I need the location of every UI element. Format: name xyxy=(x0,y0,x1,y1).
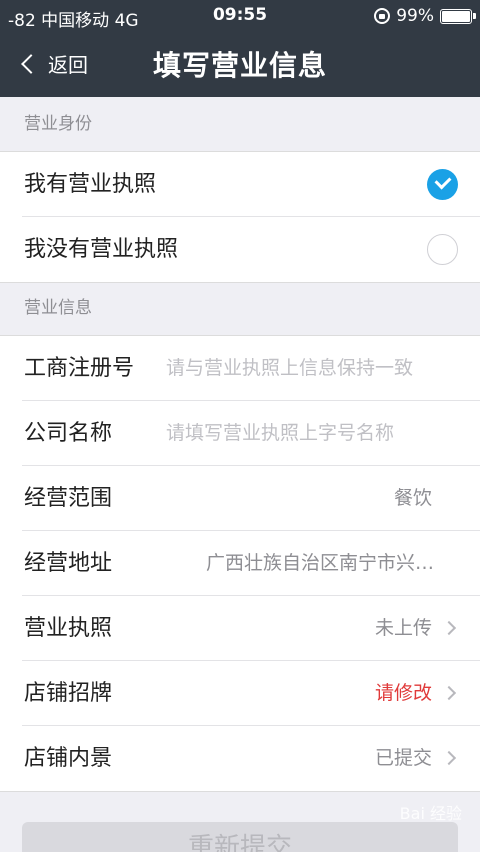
row-store-signboard[interactable]: 店铺招牌 请修改 xyxy=(22,661,480,726)
business-scope-value: 餐饮 xyxy=(393,487,432,509)
option-label: 我没有营业执照 xyxy=(24,237,179,262)
option-has-license[interactable]: 我有营业执照 xyxy=(22,152,480,217)
row-label: 经营地址 xyxy=(24,551,113,576)
option-label: 我有营业执照 xyxy=(24,172,157,197)
row-company-name[interactable]: 公司名称 请填写营业执照上字号名称 xyxy=(22,401,480,466)
section-header-business-info: 营业信息 xyxy=(24,298,92,318)
registration-number-input[interactable]: 请与营业执照上信息保持一致 xyxy=(166,336,466,401)
radio-unselected-icon[interactable] xyxy=(427,234,458,265)
row-label: 经营范围 xyxy=(24,486,113,511)
rotation-lock-icon xyxy=(374,8,391,24)
chevron-right-icon xyxy=(441,620,457,636)
row-label: 公司名称 xyxy=(24,421,113,446)
row-label: 店铺招牌 xyxy=(24,681,113,706)
row-store-interior[interactable]: 店铺内景 已提交 xyxy=(22,726,480,791)
battery-icon xyxy=(440,8,476,24)
option-no-license[interactable]: 我没有营业执照 xyxy=(22,217,480,282)
row-business-license[interactable]: 营业执照 未上传 xyxy=(22,596,480,661)
chevron-right-icon xyxy=(441,750,457,766)
license-status: 未上传 xyxy=(374,617,432,639)
battery-percent: 99% xyxy=(396,6,434,26)
top-bar: -82 中国移动 4G 09:55 99% 返回 填写营业信息 xyxy=(0,0,480,97)
row-label: 店铺内景 xyxy=(24,746,113,771)
status-right: 99% xyxy=(374,6,476,26)
interior-status: 已提交 xyxy=(374,747,432,769)
status-bar: -82 中国移动 4G 09:55 99% xyxy=(0,0,480,32)
business-address-value: 广西壮族自治区南宁市兴… xyxy=(205,552,434,574)
company-name-input[interactable]: 请填写营业执照上字号名称 xyxy=(166,401,466,466)
row-business-scope[interactable]: 经营范围 餐饮 xyxy=(22,466,480,531)
page-title: 填写营业信息 xyxy=(152,49,327,82)
row-label: 营业执照 xyxy=(24,616,113,641)
watermark: Bai 经验 xyxy=(399,804,462,823)
resubmit-button[interactable]: 重新提交 xyxy=(22,822,458,852)
row-business-address[interactable]: 经营地址 广西壮族自治区南宁市兴… xyxy=(22,531,480,596)
row-registration-number[interactable]: 工商注册号 请与营业执照上信息保持一致 xyxy=(22,336,480,401)
business-info-list: 工商注册号 请与营业执照上信息保持一致 公司名称 请填写营业执照上字号名称 经营… xyxy=(0,335,480,792)
checkmark-selected-icon[interactable] xyxy=(427,169,458,200)
navigation-bar: 返回 填写营业信息 xyxy=(0,32,480,97)
identity-options: 我有营业执照 我没有营业执照 xyxy=(0,151,480,283)
chevron-right-icon xyxy=(441,685,457,701)
section-header-identity: 营业身份 xyxy=(24,114,92,134)
signboard-status: 请修改 xyxy=(374,682,432,704)
row-label: 工商注册号 xyxy=(24,356,135,381)
